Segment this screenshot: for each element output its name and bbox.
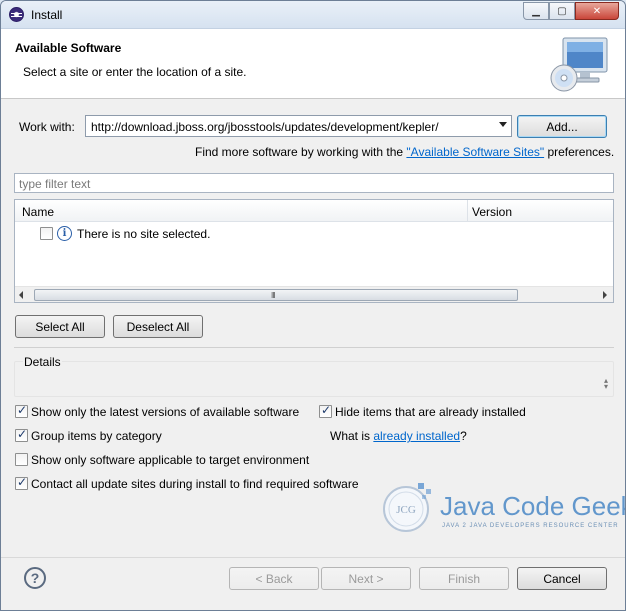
contact-sites-label: Contact all update sites during install … (31, 477, 359, 491)
more-software-suffix: preferences. (544, 145, 615, 159)
close-icon: ✕ (592, 5, 602, 17)
latest-versions-label: Show only the latest versions of availab… (31, 405, 300, 419)
finish-button[interactable]: Finish (419, 567, 509, 590)
details-scroll-icon[interactable]: ▴ ▾ (604, 377, 608, 391)
horizontal-scrollbar[interactable]: III (15, 286, 613, 302)
maximize-button[interactable]: ▢ (549, 2, 575, 20)
row-text: There is no site selected. (77, 227, 211, 241)
group-by-category-checkbox[interactable] (15, 427, 28, 442)
filter-input[interactable]: type filter text (14, 173, 614, 193)
scroll-left-icon[interactable] (19, 291, 23, 299)
window-title: Install (31, 8, 63, 22)
filter-placeholder: type filter text (19, 177, 91, 191)
grip-icon: III (271, 291, 276, 300)
eclipse-icon (9, 7, 24, 22)
install-dialog: Install ▁ ▢ ✕ Available Software Select … (0, 0, 626, 611)
latest-versions-checkbox[interactable] (15, 403, 28, 418)
software-table: Name Version i There is no site selected… (14, 199, 614, 303)
watermark-subtitle: JAVA 2 JAVA DEVELOPERS RESOURCE CENTER (442, 523, 619, 529)
next-button[interactable]: Next > (321, 567, 411, 590)
back-button[interactable]: < Back (229, 567, 319, 590)
scroll-thumb[interactable]: III (34, 289, 518, 301)
what-is-installed-text: What is already installed? (330, 429, 467, 443)
select-all-button[interactable]: Select All (15, 315, 105, 338)
column-header-name[interactable]: Name (22, 205, 54, 219)
info-icon: i (57, 226, 72, 241)
chevron-down-icon[interactable] (499, 122, 507, 127)
page-title: Available Software (15, 41, 122, 55)
work-with-combo[interactable]: http://download.jboss.org/jbosstools/upd… (85, 115, 512, 137)
details-title: Details (23, 355, 62, 369)
target-environment-label: Show only software applicable to target … (31, 453, 310, 467)
hide-installed-label: Hide items that are already installed (335, 405, 526, 419)
maximize-icon: ▢ (557, 5, 567, 17)
footer-divider (1, 557, 625, 558)
what-is-prefix: What is (330, 429, 374, 443)
divider (14, 347, 614, 348)
hide-installed-checkbox[interactable] (319, 403, 332, 418)
work-with-label: Work with: (19, 120, 75, 134)
title-bar[interactable]: Install ▁ ▢ ✕ (1, 1, 625, 29)
close-button[interactable]: ✕ (575, 2, 619, 20)
minimize-icon: ▁ (532, 5, 540, 17)
add-site-button[interactable]: Add... (517, 115, 607, 138)
already-installed-link[interactable]: already installed (373, 429, 460, 443)
deselect-all-button[interactable]: Deselect All (113, 315, 203, 338)
more-software-prefix: Find more software by working with the (195, 145, 407, 159)
available-software-sites-link[interactable]: "Available Software Sites" (406, 145, 544, 159)
more-software-text: Find more software by working with the "… (195, 145, 614, 159)
details-panel: ▴ ▾ (14, 361, 614, 397)
work-with-value: http://download.jboss.org/jbosstools/upd… (91, 120, 439, 134)
jcg-logo-icon: JCG (383, 483, 431, 532)
table-header: Name Version (15, 200, 613, 222)
target-environment-checkbox[interactable] (15, 453, 28, 466)
column-divider[interactable] (467, 200, 468, 222)
page-description: Select a site or enter the location of a… (23, 65, 247, 79)
group-by-category-label: Group items by category (31, 429, 162, 443)
scroll-right-icon[interactable] (603, 291, 607, 299)
install-software-icon (550, 37, 608, 92)
wizard-header: Available Software Select a site or ente… (1, 29, 625, 99)
row-checkbox[interactable] (40, 227, 53, 240)
window-controls: ▁ ▢ ✕ (523, 2, 619, 20)
help-icon[interactable]: ? (24, 567, 46, 589)
java-code-geeks-watermark: JCG Java Code Geeks JAVA 2 JAVA DEVELOPE… (378, 479, 625, 535)
what-is-suffix: ? (460, 429, 467, 443)
minimize-button[interactable]: ▁ (523, 2, 549, 20)
column-header-version[interactable]: Version (472, 205, 512, 219)
jcg-badge-text: JCG (396, 504, 416, 516)
watermark-title: Java Code Geeks (440, 491, 625, 521)
contact-sites-checkbox[interactable] (15, 475, 28, 490)
cancel-button[interactable]: Cancel (517, 567, 607, 590)
